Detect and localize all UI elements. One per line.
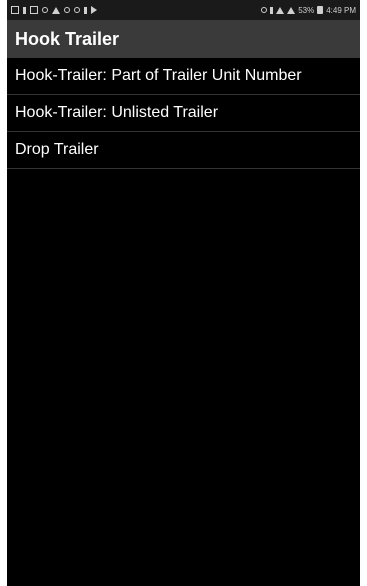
notification-icon bbox=[11, 6, 19, 14]
app-title: Hook Trailer bbox=[15, 28, 120, 49]
battery-icon bbox=[317, 6, 324, 14]
phone-screen: 53% 4:49 PM Hook Trailer Hook-Trailer: P… bbox=[0, 0, 367, 586]
play-store-icon bbox=[91, 6, 97, 14]
list-item-hook-trailer-unit-number[interactable]: Hook-Trailer: Part of Trailer Unit Numbe… bbox=[7, 58, 360, 95]
cast-icon bbox=[42, 7, 48, 13]
wifi-icon bbox=[276, 6, 285, 14]
android-icon bbox=[52, 6, 60, 14]
location-icon bbox=[261, 7, 268, 13]
list-item-label: Hook-Trailer: Unlisted Trailer bbox=[15, 104, 219, 121]
image-icon bbox=[30, 6, 38, 14]
trailer-action-list: Hook-Trailer: Part of Trailer Unit Numbe… bbox=[7, 58, 360, 169]
bluetooth-icon bbox=[270, 6, 274, 14]
settings-icon bbox=[64, 7, 70, 13]
app-bar: Hook Trailer bbox=[7, 20, 360, 58]
signal-icon bbox=[287, 6, 296, 14]
status-right-icons: 53% 4:49 PM bbox=[261, 6, 356, 15]
status-bar: 53% 4:49 PM bbox=[7, 0, 360, 20]
frame-left bbox=[0, 0, 7, 586]
status-left-icons bbox=[11, 6, 97, 14]
list-item-label: Drop Trailer bbox=[15, 141, 99, 158]
bug-icon bbox=[74, 7, 80, 13]
list-item-hook-trailer-unlisted[interactable]: Hook-Trailer: Unlisted Trailer bbox=[7, 95, 360, 132]
sim-icon bbox=[84, 6, 87, 14]
list-item-drop-trailer[interactable]: Drop Trailer bbox=[7, 132, 360, 169]
status-time: 4:49 PM bbox=[326, 5, 356, 15]
frame-right bbox=[360, 0, 367, 586]
list-item-label: Hook-Trailer: Part of Trailer Unit Numbe… bbox=[15, 67, 302, 84]
sim-icon bbox=[23, 6, 26, 14]
battery-percent: 53% bbox=[298, 5, 315, 15]
